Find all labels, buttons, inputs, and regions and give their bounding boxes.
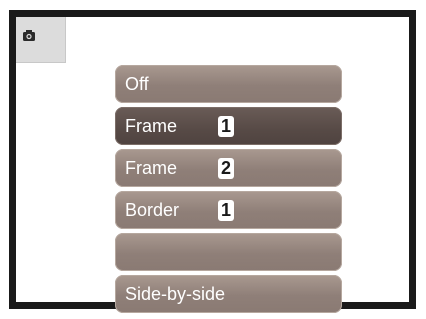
menu-item-empty[interactable] — [115, 233, 342, 271]
menu-item-label: Border — [125, 200, 180, 220]
menu-item-label: Frame — [125, 116, 178, 136]
menu-item-label: Off — [125, 74, 149, 94]
mode-tab — [16, 17, 66, 63]
menu-item-label: Frame — [125, 158, 178, 178]
menu-list: Off Frame 1 Frame 2 Border 1 Side-by-sid… — [115, 65, 342, 317]
camera-icon — [22, 28, 36, 42]
menu-item-side-by-side[interactable]: Side-by-side — [115, 275, 342, 313]
screen-area: Off Frame 1 Frame 2 Border 1 Side-by-sid… — [16, 17, 409, 313]
menu-item-number-badge: 1 — [218, 116, 234, 137]
menu-item-label: Side-by-side — [125, 284, 226, 304]
menu-item-frame-1[interactable]: Frame 1 — [115, 107, 342, 145]
menu-item-frame-2[interactable]: Frame 2 — [115, 149, 342, 187]
menu-item-number-badge: 1 — [218, 200, 234, 221]
menu-item-off[interactable]: Off — [115, 65, 342, 103]
menu-item-number-badge: 2 — [218, 158, 234, 179]
menu-item-border-1[interactable]: Border 1 — [115, 191, 342, 229]
screen-frame: Off Frame 1 Frame 2 Border 1 Side-by-sid… — [9, 10, 416, 313]
